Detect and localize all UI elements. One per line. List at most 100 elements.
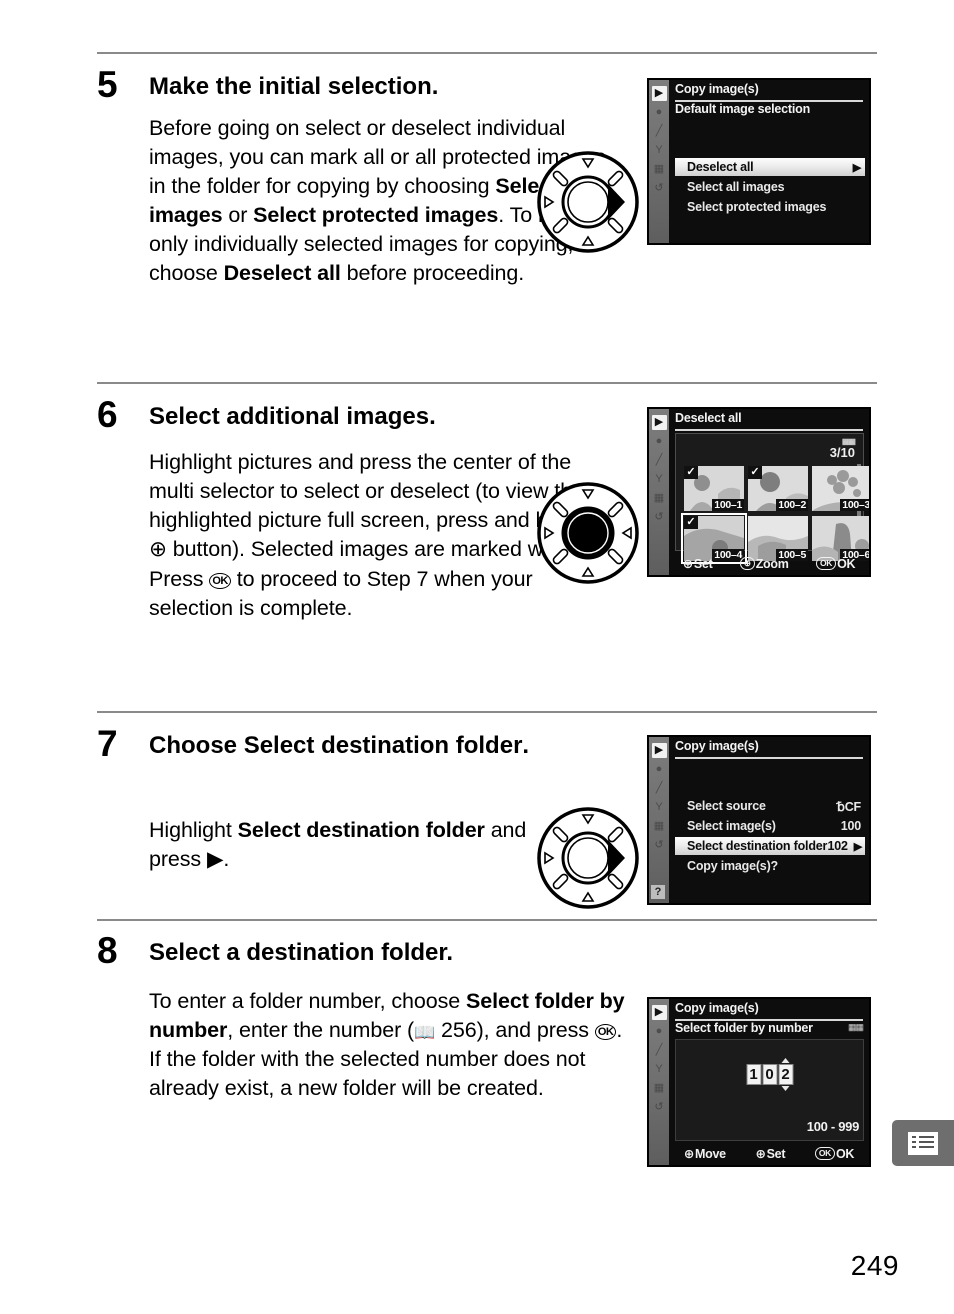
recent-settings-icon: ↺ <box>654 182 664 194</box>
thumbnail-grid: ✓ 100–1 ✓ 100–2 100–3 ✓ 100–4 100–5 100–… <box>681 466 870 564</box>
hint-label: OK <box>836 1146 855 1161</box>
hint-zoom: ⊕ Zoom <box>739 556 789 571</box>
lcd-content: Copy image(s) Select source ␢CF Select i… <box>669 737 869 903</box>
folder-digit-3-active[interactable]: 2 <box>778 1058 793 1091</box>
ok-button-icon: OK <box>814 1147 835 1160</box>
multi-selector-button-icon: ⊕ <box>683 1146 695 1161</box>
lcd-screen-step-7: ▶ ● ╱ Y ▦ ↺ ? Copy image(s) Select sourc… <box>647 735 871 905</box>
camera-icon: ● <box>655 435 663 447</box>
menu-item-select-source[interactable]: Select source ␢CF <box>675 797 865 815</box>
card-slot-icon: ▦▦ <box>847 1022 864 1032</box>
center-button-icon: ⊕ <box>755 1146 766 1161</box>
page-number: 249 <box>850 1250 899 1281</box>
checkmark-icon: ✓ <box>748 466 762 479</box>
folder-digit-1[interactable]: 1 <box>746 1064 761 1085</box>
menu-item-select-images[interactable]: Select image(s) 100 <box>675 817 865 835</box>
hint-label: Set <box>693 556 713 571</box>
menu-item-value: 100 <box>840 819 861 833</box>
lcd-subtitle: Select folder by number <box>675 1021 813 1035</box>
hint-label: Move <box>695 1146 726 1161</box>
thumbnail-item[interactable]: ✓ 100–1 <box>684 466 744 511</box>
camera-icon: ● <box>655 1025 663 1037</box>
retouch-icon: ▦ <box>653 1082 665 1094</box>
menu-item-select-all-images[interactable]: Select all images <box>675 178 865 196</box>
hint-label: Set <box>766 1146 786 1161</box>
thumbnail-filename: 100–3 <box>840 499 870 511</box>
lcd-subtitle: Default image selection <box>675 102 811 116</box>
lcd-content: Copy image(s) Default image selection De… <box>669 80 869 243</box>
card-icon: ␢ <box>836 799 845 814</box>
step-7-body: Highlight Select destination folder and … <box>149 818 527 872</box>
thumbnail-item[interactable]: ✓ 100–2 <box>748 466 808 511</box>
lcd-title-underline <box>675 429 863 431</box>
menu-item-label: Deselect all <box>687 160 754 174</box>
step-8-number: 8 <box>97 930 118 971</box>
folder-digit-3-value: 2 <box>781 1066 790 1083</box>
folder-number-panel: 1 0 2 100 - 999 <box>675 1039 864 1141</box>
step-6-number: 6 <box>97 394 118 435</box>
center-button-icon: ⊕ <box>682 556 693 571</box>
menu-item-deselect-all[interactable]: Deselect all ▶ <box>675 158 865 176</box>
folder-number-range: 100 - 999 <box>806 1119 860 1134</box>
step-8-title: Select a destination folder. <box>149 939 454 966</box>
menu-item-value: ␢CF <box>837 799 865 814</box>
retouch-icon: ▦ <box>653 163 665 175</box>
thumbnail-item[interactable]: 100–3 <box>812 466 870 511</box>
lcd-title: Copy image(s) <box>675 1001 759 1015</box>
menu-item-value: 102 <box>827 839 848 853</box>
section-divider-4 <box>97 919 877 921</box>
menu-item-copy-images[interactable]: Copy image(s)? <box>675 857 865 875</box>
thumbnail-grid-panel: ▦▦ 3/10 ✓ 100–1 ✓ 100–2 100–3 ✓ 100–4 10… <box>675 433 869 564</box>
lcd-title-underline <box>675 757 863 759</box>
section-divider-2 <box>97 382 877 384</box>
lcd-screen-step-8: ▶ ● ╱ Y ▦ ↺ Copy image(s) Select folder … <box>647 997 871 1167</box>
recent-settings-icon: ↺ <box>654 839 664 851</box>
step-8-body: To enter a folder number, choose Select … <box>149 989 625 1100</box>
menu-item-select-destination-folder[interactable]: Select destination folder 102 ▶ <box>675 837 865 855</box>
menu-item-label: Select image(s) <box>687 819 776 833</box>
wrench-icon: Y <box>655 1063 663 1075</box>
retouch-icon: ▦ <box>653 820 665 832</box>
folder-number-input[interactable]: 1 0 2 <box>746 1058 793 1091</box>
recent-settings-icon: ↺ <box>654 1101 664 1113</box>
hint-set: ⊕ Set <box>683 556 713 571</box>
menu-list-icon <box>908 1131 938 1155</box>
lcd-sidebar: ▶ ● ╱ Y ▦ ↺ <box>649 409 669 575</box>
pencil-icon: ╱ <box>655 454 663 466</box>
hint-label: Zoom <box>755 556 789 571</box>
caret-down-icon <box>781 1086 790 1091</box>
hint-ok: OK OK <box>814 1146 855 1161</box>
retouch-icon: ▦ <box>653 492 665 504</box>
manual-page: 5 Make the initial selection. Before goi… <box>0 0 954 1314</box>
playback-icon: ▶ <box>651 86 667 101</box>
lcd-sidebar: ▶ ● ╱ Y ▦ ↺ ? <box>649 737 669 903</box>
folder-digit-2[interactable]: 0 <box>762 1064 777 1085</box>
chevron-right-icon: ▶ <box>852 161 861 174</box>
hint-set: ⊕ Set <box>755 1146 785 1161</box>
caret-up-icon <box>781 1058 790 1063</box>
lcd-sidebar: ▶ ● ╱ Y ▦ ↺ <box>649 999 669 1165</box>
menu-item-select-protected-images[interactable]: Select protected images <box>675 198 865 216</box>
menu-item-label: Select all images <box>687 180 785 194</box>
menu-item-value-text: CF <box>844 799 861 814</box>
camera-icon: ● <box>655 763 663 775</box>
lcd-title: Copy image(s) <box>675 739 759 753</box>
thumbnail-filename: 100–1 <box>712 499 744 511</box>
section-divider-1 <box>97 52 877 54</box>
wrench-icon: Y <box>655 473 663 485</box>
lcd-title: Copy image(s) <box>675 82 759 96</box>
recent-settings-icon: ↺ <box>654 511 664 523</box>
menu-item-label: Select protected images <box>687 200 827 214</box>
lcd-sidebar: ▶ ● ╱ Y ▦ ↺ <box>649 80 669 243</box>
menu-item-label: Copy image(s)? <box>687 859 778 873</box>
wrench-icon: Y <box>655 144 663 156</box>
pencil-icon: ╱ <box>655 125 663 137</box>
step-7-number: 7 <box>97 723 118 764</box>
checkmark-icon: ✓ <box>684 466 698 479</box>
multi-selector-center-icon <box>537 482 639 584</box>
wrench-icon: Y <box>655 801 663 813</box>
chevron-right-icon: ▶ <box>853 840 862 853</box>
pencil-icon: ╱ <box>655 1044 663 1056</box>
playback-icon: ▶ <box>651 415 667 430</box>
question-mark-icon[interactable]: ? <box>651 885 665 899</box>
